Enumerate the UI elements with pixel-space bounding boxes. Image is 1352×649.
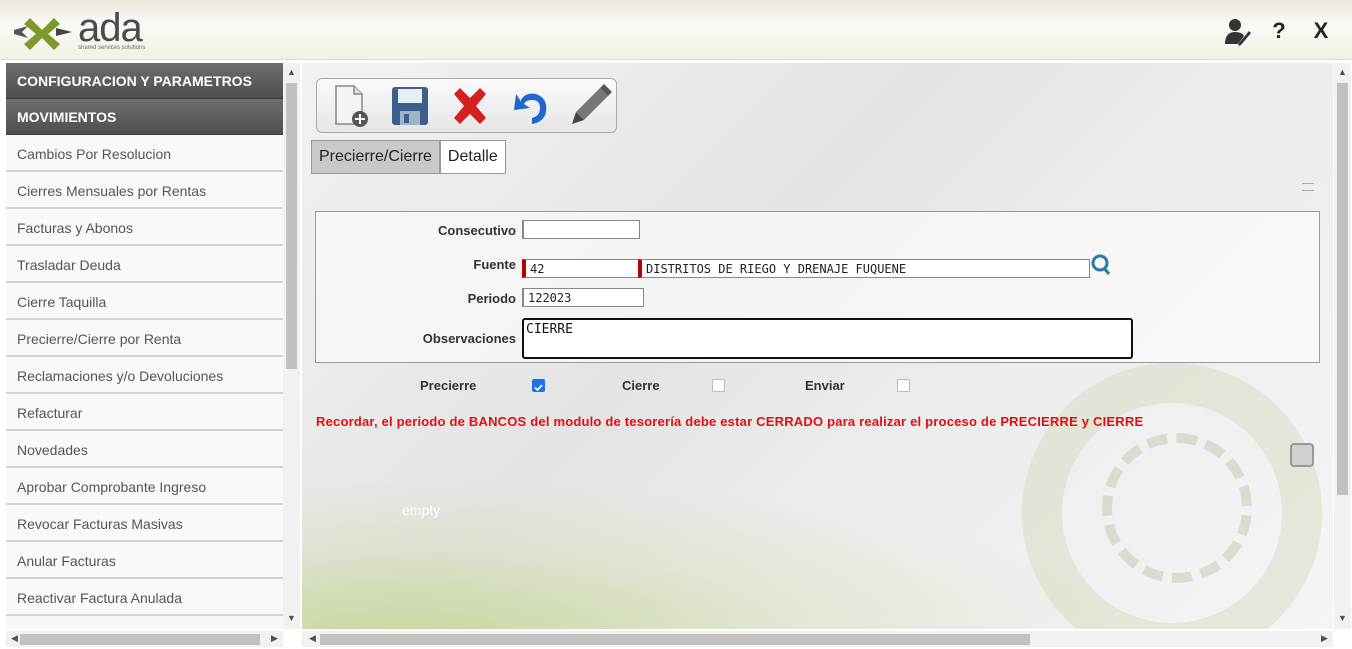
scrollbar-thumb[interactable] — [20, 634, 260, 645]
sidebar-horizontal-scrollbar[interactable]: ◀ ▶ — [6, 631, 283, 647]
precierre-checkbox[interactable] — [532, 379, 545, 392]
scrollbar-thumb[interactable] — [286, 83, 297, 369]
logo-mark-icon — [14, 18, 72, 50]
empty-label: empty — [402, 502, 441, 518]
user-edit-icon[interactable] — [1222, 16, 1252, 46]
scroll-right-arrow-icon[interactable]: ▶ — [266, 633, 283, 644]
sidebar-item-cierres-mensuales[interactable]: Cierres Mensuales por Rentas — [6, 172, 283, 209]
edit-button[interactable] — [567, 83, 613, 129]
ada-logo: ada shared services solutions — [12, 6, 162, 54]
sidebar-item-refacturar[interactable]: Refacturar — [6, 394, 283, 431]
sidebar-item-aprobar-comprobante[interactable]: Aprobar Comprobante Ingreso — [6, 468, 283, 505]
scroll-left-arrow-icon[interactable]: ◀ — [304, 633, 321, 644]
enviar-checkbox[interactable] — [897, 379, 910, 392]
toolbar — [316, 78, 617, 133]
scroll-up-arrow-icon[interactable]: ▲ — [283, 67, 300, 77]
app-header: ada shared services solutions ? X — [0, 0, 1352, 60]
consecutivo-label: Consecutivo — [437, 223, 516, 238]
sidebar-item-facturas-y-abonos[interactable]: Facturas y Abonos — [6, 209, 283, 246]
sidebar-item-revocar-facturas[interactable]: Revocar Facturas Masivas — [6, 505, 283, 542]
sidebar-item-cambios-por-resolucion[interactable]: Cambios Por Resolucion — [6, 135, 283, 172]
sidebar-item-novedades[interactable]: Novedades — [6, 431, 283, 468]
observaciones-textarea[interactable]: CIERRE — [522, 318, 1133, 359]
scroll-up-arrow-icon[interactable]: ▲ — [1334, 67, 1351, 77]
square-button[interactable] — [1290, 443, 1314, 467]
undo-button[interactable] — [507, 83, 553, 129]
sidebar-item-anular-facturas[interactable]: Anular Facturas — [6, 542, 283, 579]
sidebar-item-precierre-cierre[interactable]: Precierre/Cierre por Renta — [6, 320, 283, 357]
scroll-down-arrow-icon[interactable]: ▼ — [1334, 613, 1351, 623]
main-content: Precierre/Cierre Detalle Consecutivo Fue… — [302, 63, 1333, 629]
scroll-down-arrow-icon[interactable]: ▼ — [283, 613, 300, 623]
new-button[interactable] — [327, 83, 373, 129]
form-panel: Consecutivo Fuente 42 DISTRITOS DE RIEGO… — [315, 211, 1320, 363]
sidebar-item-trasladar-deuda[interactable]: Trasladar Deuda — [6, 246, 283, 283]
main-vertical-scrollbar[interactable]: ▲ ▼ — [1334, 63, 1351, 629]
observaciones-label: Observaciones — [422, 331, 516, 346]
sidebar-menu: CONFIGURACION Y PARAMETROS MOVIMIENTOS C… — [6, 63, 283, 629]
background-ring-inner — [1102, 433, 1252, 583]
cierre-label: Cierre — [622, 378, 660, 393]
main-horizontal-scrollbar[interactable]: ◀ ▶ — [302, 631, 1333, 647]
sidebar-item-reclamaciones[interactable]: Reclamaciones y/o Devoluciones — [6, 357, 283, 394]
search-button[interactable] — [1090, 253, 1111, 275]
undo-icon — [514, 93, 547, 124]
checkmark-icon — [534, 384, 543, 392]
save-icon — [392, 86, 428, 125]
collapse-icon[interactable] — [1302, 183, 1314, 191]
enviar-label: Enviar — [805, 378, 845, 393]
sidebar-vertical-scrollbar[interactable]: ▲ ▼ — [283, 63, 300, 629]
sidebar-item-cierre-taquilla[interactable]: Cierre Taquilla — [6, 283, 283, 320]
periodo-input[interactable]: 122023 — [522, 288, 644, 307]
tab-precierre-cierre[interactable]: Precierre/Cierre — [311, 140, 440, 174]
sidebar-item-reactivar-factura[interactable]: Reactivar Factura Anulada — [6, 579, 283, 616]
new-document-icon — [335, 84, 368, 127]
scroll-right-arrow-icon[interactable]: ▶ — [1316, 633, 1333, 644]
warning-message: Recordar, el periodo de BANCOS del modul… — [316, 414, 1144, 429]
tab-detalle[interactable]: Detalle — [439, 140, 506, 174]
logo-tagline: shared services solutions — [78, 45, 146, 51]
consecutivo-input[interactable] — [522, 220, 640, 239]
sidebar-section-movimientos[interactable]: MOVIMIENTOS — [6, 99, 283, 135]
cierre-checkbox[interactable] — [712, 379, 725, 392]
periodo-label: Periodo — [467, 291, 516, 306]
tab-bar: Precierre/Cierre Detalle — [311, 140, 506, 174]
fuente-name-input[interactable]: DISTRITOS DE RIEGO Y DRENAJE FUQUENE — [638, 259, 1090, 278]
close-button[interactable]: X — [1306, 16, 1336, 46]
sidebar-section-configuracion[interactable]: CONFIGURACION Y PARAMETROS — [6, 63, 283, 99]
help-button[interactable]: ? — [1264, 16, 1294, 46]
pencil-icon — [572, 83, 612, 124]
precierre-label: Precierre — [420, 378, 477, 393]
delete-button[interactable] — [447, 83, 493, 129]
fuente-code-input[interactable]: 42 — [522, 259, 640, 278]
fuente-label: Fuente — [473, 257, 516, 272]
search-icon — [1091, 254, 1111, 275]
scrollbar-thumb[interactable] — [1337, 83, 1348, 495]
scrollbar-thumb[interactable] — [320, 634, 1030, 645]
delete-icon — [454, 87, 486, 124]
save-button[interactable] — [387, 83, 433, 129]
